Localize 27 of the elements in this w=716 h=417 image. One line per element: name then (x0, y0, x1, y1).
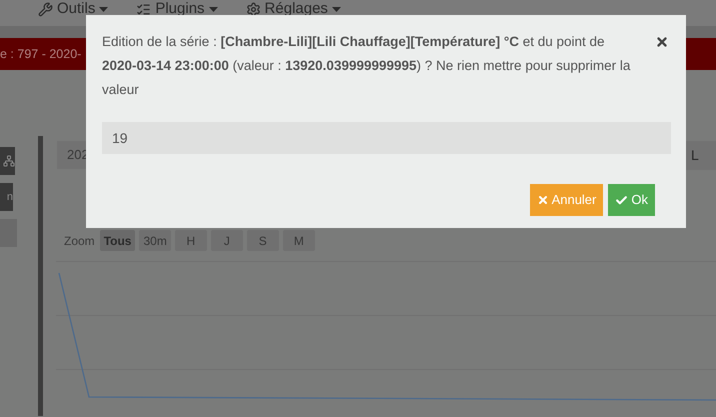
caret-icon (208, 6, 218, 12)
close-icon (536, 194, 549, 206)
zoom-button[interactable]: M (282, 230, 315, 251)
ok-button[interactable]: Ok (608, 184, 655, 216)
nav-menu[interactable]: Outils (38, 0, 108, 20)
nav-icon (136, 2, 152, 16)
caret-icon (99, 6, 108, 12)
zoom-button[interactable]: S (246, 230, 279, 251)
zoom-button[interactable]: 30m (139, 230, 171, 251)
nav-icon (246, 2, 261, 16)
nav-menu[interactable]: Plugins (136, 0, 218, 20)
zoom-button[interactable]: Tous (100, 230, 136, 251)
zoom-button[interactable]: H (174, 230, 207, 251)
check-icon (615, 194, 628, 206)
sidebar-button[interactable]: n (0, 183, 13, 211)
nav-menu[interactable]: Réglages (246, 0, 341, 20)
caret-icon (332, 6, 341, 12)
cancel-button[interactable]: Annuler (530, 184, 604, 216)
close-button[interactable] (655, 35, 669, 49)
dialog-message: Edition de la série : [Chambre-Lili][Lili Chauffage][Température] °C et du point de 2020-03-14 23:00:00 (valeur : 13920.039999999995) ? Ne rien mettre pour supprimer la valeur (102, 33, 632, 99)
value-input[interactable]: 19 (102, 122, 671, 154)
zoom-button[interactable]: J (210, 230, 243, 251)
nav-icon (38, 2, 53, 16)
sidebar-button[interactable] (0, 147, 15, 175)
zoom-label: Zoom (64, 232, 95, 250)
network-icon (3, 155, 15, 167)
banner-text: e : 797 - 2020- (0, 46, 82, 63)
